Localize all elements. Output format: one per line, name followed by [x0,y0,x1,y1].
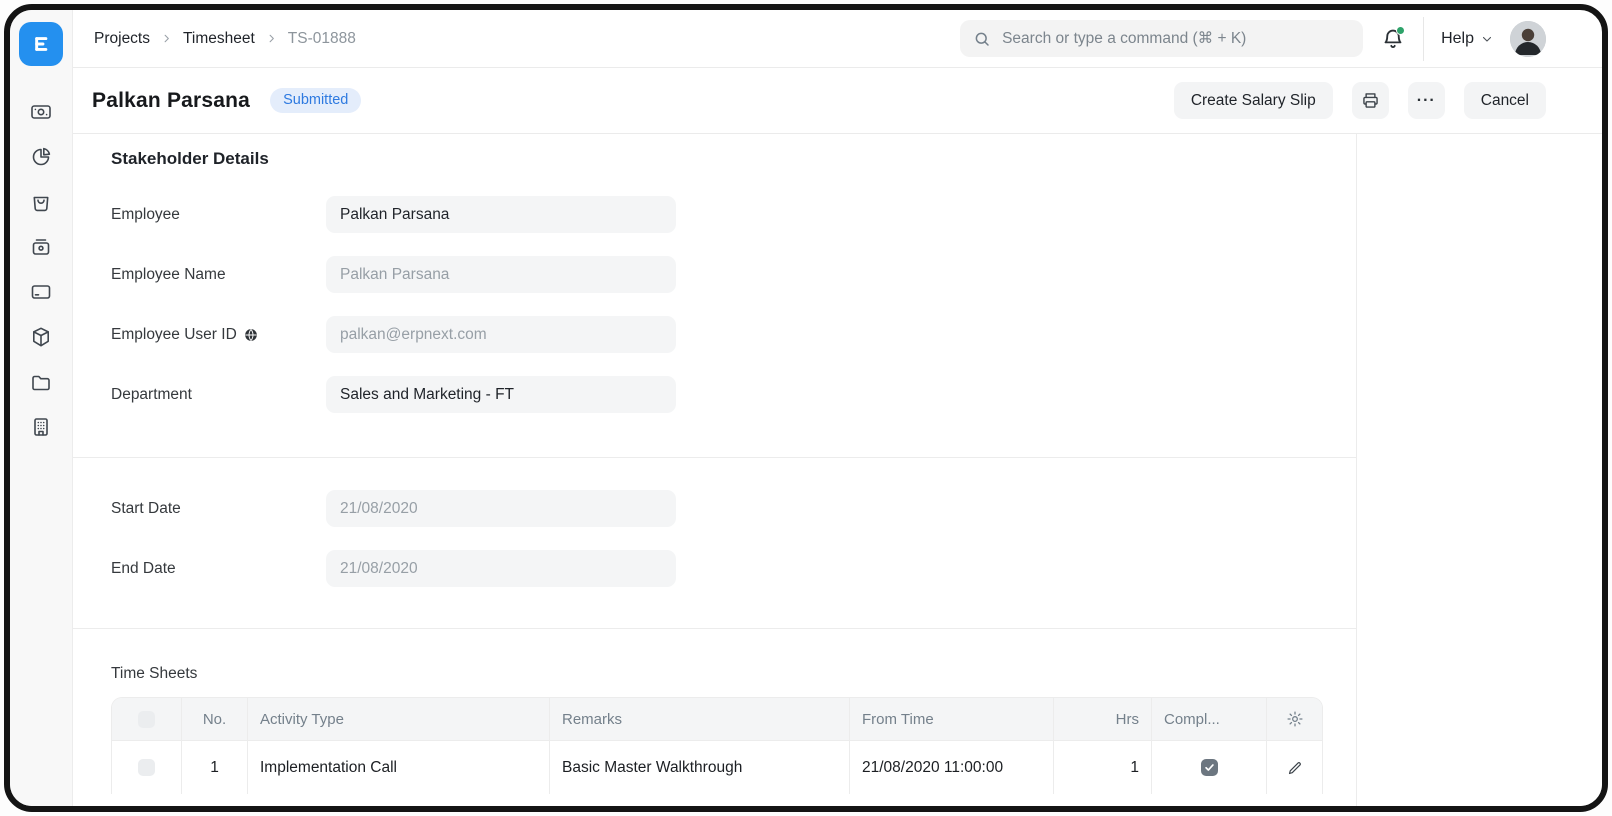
field-label: Start Date [111,500,326,518]
page-title: Palkan Parsana [92,89,250,113]
section-dates: Start Date 21/08/2020 End Date 21/08/202… [73,458,1356,629]
employee-name-field[interactable]: Palkan Parsana [326,256,676,293]
field-label: Employee Name [111,266,326,284]
breadcrumb-projects[interactable]: Projects [94,30,150,48]
notification-dot [1396,26,1405,35]
field-employee: Employee Palkan Parsana [111,196,1322,233]
employee-field[interactable]: Palkan Parsana [326,196,676,233]
field-start-date: Start Date 21/08/2020 [111,490,1322,527]
section-time-sheets: Time Sheets No. Activity Type Remarks Fr… [73,629,1356,794]
edit-pencil-icon[interactable] [1286,759,1304,777]
navbar-right: Help [960,17,1546,61]
search-input[interactable] [1000,29,1350,49]
col-from-time: From Time [850,698,1054,740]
field-label: Department [111,386,326,404]
shopping-bag-icon[interactable] [29,190,53,214]
check-icon [1204,762,1215,773]
col-activity-type: Activity Type [248,698,550,740]
col-remarks: Remarks [550,698,850,740]
table-row: 1 Implementation Call Basic Master Walkt… [112,740,1322,794]
create-salary-slip-button[interactable]: Create Salary Slip [1174,82,1333,119]
row-hrs[interactable]: 1 [1054,741,1152,794]
row-no: 1 [182,741,248,794]
printer-icon [1360,90,1381,111]
pie-chart-icon[interactable] [29,145,53,169]
department-field[interactable]: Sales and Marketing - FT [326,376,676,413]
employee-user-id-field[interactable]: palkan@erpnext.com [326,316,676,353]
cash-register-icon[interactable] [29,235,53,259]
row-remarks[interactable]: Basic Master Walkthrough [550,741,850,794]
section-stakeholder-details: Stakeholder Details Employee Palkan Pars… [73,134,1356,458]
field-employee-user-id: Employee User ID palkan@erpnext.com [111,316,1322,353]
time-sheets-table: No. Activity Type Remarks From Time Hrs … [111,697,1323,794]
col-hrs: Hrs [1054,698,1152,740]
field-department: Department Sales and Marketing - FT [111,376,1322,413]
form-area: Stakeholder Details Employee Palkan Pars… [73,134,1357,806]
cancel-button[interactable]: Cancel [1464,82,1546,119]
module-rail [10,10,73,806]
field-label: End Date [111,560,326,578]
avatar-image [1510,21,1546,57]
chevron-right-icon [161,33,172,44]
start-date-field[interactable]: 21/08/2020 [326,490,676,527]
global-search[interactable] [960,20,1363,57]
section-heading: Stakeholder Details [111,134,1322,169]
field-label: Employee User ID [111,326,326,344]
banknote-icon[interactable] [29,100,53,124]
content: Stakeholder Details Employee Palkan Pars… [73,134,1602,806]
col-completed: Compl... [1152,698,1267,740]
row-select-cell [112,741,182,794]
field-label: Employee [111,206,326,224]
chevron-down-icon [1481,33,1493,45]
col-no: No. [182,698,248,740]
row-edit-cell [1267,741,1322,794]
erpnext-logo[interactable] [19,22,63,66]
row-completed-cell [1152,741,1267,794]
time-sheets-label: Time Sheets [111,665,1322,683]
credit-card-icon[interactable] [29,280,53,304]
table-header-row: No. Activity Type Remarks From Time Hrs … [112,698,1322,740]
field-employee-name: Employee Name Palkan Parsana [111,256,1322,293]
globe-icon [244,328,258,342]
field-end-date: End Date 21/08/2020 [111,550,1322,587]
chevron-right-icon [266,33,277,44]
folder-icon[interactable] [29,370,53,394]
help-label: Help [1441,30,1474,48]
end-date-field[interactable]: 21/08/2020 [326,550,676,587]
select-all-checkbox[interactable] [138,711,155,728]
rail-icon-list [29,100,53,439]
row-activity-type[interactable]: Implementation Call [248,741,550,794]
package-icon[interactable] [29,325,53,349]
page-header: Palkan Parsana Submitted Create Salary S… [73,68,1602,134]
search-icon [973,30,991,48]
field-label-text: Employee User ID [111,326,237,344]
select-all-cell [112,698,182,740]
col-settings [1267,698,1322,740]
help-menu[interactable]: Help [1441,30,1493,48]
notifications-bell-icon[interactable] [1380,26,1406,52]
app-window: Projects Timesheet TS-01888 [4,4,1608,812]
breadcrumb-current: TS-01888 [288,30,356,48]
erpnext-logo-glyph [28,31,54,57]
row-checkbox[interactable] [138,759,155,776]
breadcrumb-timesheet[interactable]: Timesheet [183,30,255,48]
building-icon[interactable] [29,415,53,439]
row-from-time[interactable]: 21/08/2020 11:00:00 [850,741,1054,794]
gear-icon[interactable] [1286,710,1304,728]
navbar: Projects Timesheet TS-01888 [73,10,1602,68]
form-side-panel [1357,134,1602,806]
main-column: Projects Timesheet TS-01888 [73,10,1602,806]
print-button[interactable] [1352,82,1389,119]
user-avatar[interactable] [1510,21,1546,57]
breadcrumb: Projects Timesheet TS-01888 [94,30,356,48]
header-actions: Create Salary Slip ··· Cancel [1174,82,1546,119]
navbar-divider [1423,17,1424,61]
status-badge: Submitted [270,88,361,114]
completed-checkbox[interactable] [1201,759,1218,776]
more-menu-button[interactable]: ··· [1408,82,1445,119]
